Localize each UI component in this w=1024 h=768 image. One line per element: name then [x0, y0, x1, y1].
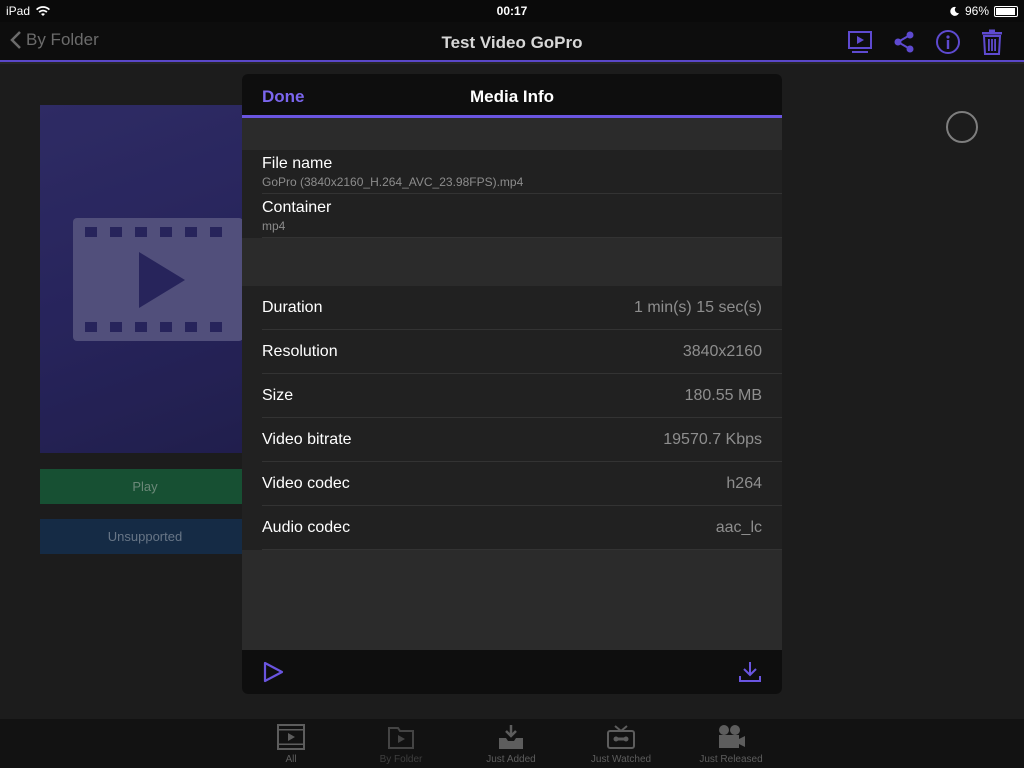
dialog-header: Done Media Info	[242, 74, 782, 118]
container-row: Container mp4	[242, 194, 782, 238]
battery-percent: 96%	[964, 4, 989, 18]
done-button[interactable]: Done	[262, 87, 305, 107]
detail-value: 180.55 MB	[684, 387, 762, 404]
media-info-dialog: Done Media Info File name GoPro (3840x21…	[242, 74, 782, 694]
chevron-left-icon	[10, 31, 21, 49]
download-button[interactable]	[738, 660, 762, 689]
container-label: Container	[262, 199, 332, 216]
inbox-download-icon	[499, 725, 523, 749]
dialog-title: Media Info	[469, 87, 555, 106]
tab-label: All	[285, 754, 297, 765]
detail-row: Duration 1 min(s) 15 sec(s)	[242, 286, 782, 330]
detail-value: aac_lc	[715, 519, 762, 536]
moon-icon	[950, 6, 959, 16]
info-button[interactable]	[934, 28, 962, 56]
detail-label: Audio codec	[262, 519, 351, 536]
folder-play-icon	[388, 727, 414, 749]
navigation-bar: By Folder Test Video GoPro	[0, 22, 1024, 62]
detail-label: Video codec	[262, 475, 350, 492]
container-value: mp4	[262, 219, 286, 233]
tab-all[interactable]: All	[251, 721, 331, 765]
tab-label: Just Added	[486, 754, 536, 765]
file-name-value: GoPro (3840x2160_H.264_AVC_23.98FPS).mp4	[262, 175, 524, 189]
tab-label: By Folder	[379, 754, 423, 765]
file-name-row: File name GoPro (3840x2160_H.264_AVC_23.…	[242, 150, 782, 194]
tab-just-added[interactable]: Just Added	[471, 721, 551, 765]
back-label: By Folder	[26, 30, 99, 49]
detail-value: 1 min(s) 15 sec(s)	[633, 299, 762, 316]
file-name-label: File name	[262, 155, 333, 172]
detail-row: Size 180.55 MB	[242, 374, 782, 418]
tab-just-watched[interactable]: Just Watched	[581, 721, 661, 765]
tab-label: Just Watched	[590, 754, 652, 765]
battery-icon	[994, 5, 1018, 17]
tab-bar: All By Folder Just Added Just Watched Ju…	[0, 719, 1024, 768]
status-bar: iPad 00:17 96%	[0, 0, 1024, 22]
cassette-icon	[607, 725, 635, 749]
detail-label: Resolution	[262, 343, 338, 360]
share-icon	[894, 31, 914, 53]
back-button[interactable]: By Folder	[10, 30, 99, 50]
clock: 00:17	[496, 4, 528, 18]
trash-icon	[982, 29, 1002, 55]
tab-by-folder[interactable]: By Folder	[361, 721, 441, 765]
detail-label: Duration	[262, 299, 323, 316]
movie-camera-icon	[719, 725, 745, 748]
detail-label: Size	[262, 387, 294, 404]
play-screen-button[interactable]	[846, 28, 874, 56]
dialog-footer	[242, 650, 782, 694]
screen-play-icon	[848, 31, 872, 53]
detail-value: 3840x2160	[682, 343, 762, 360]
tab-label: Just Released	[699, 754, 763, 765]
tab-just-released[interactable]: Just Released	[691, 721, 771, 765]
footer-play-button[interactable]	[262, 661, 284, 688]
film-icon	[277, 724, 305, 750]
detail-row: Audio codec aac_lc	[242, 506, 782, 550]
detail-value: 19570.7 Kbps	[663, 431, 762, 448]
detail-label: Video bitrate	[262, 431, 352, 448]
detail-value: h264	[726, 475, 762, 492]
info-icon	[936, 30, 960, 54]
download-icon	[739, 662, 761, 682]
delete-button[interactable]	[978, 28, 1006, 56]
share-button[interactable]	[890, 28, 918, 56]
detail-row: Video bitrate 19570.7 Kbps	[242, 418, 782, 462]
detail-row: Video codec h264	[242, 462, 782, 506]
play-icon	[263, 661, 284, 683]
detail-row: Resolution 3840x2160	[242, 330, 782, 374]
